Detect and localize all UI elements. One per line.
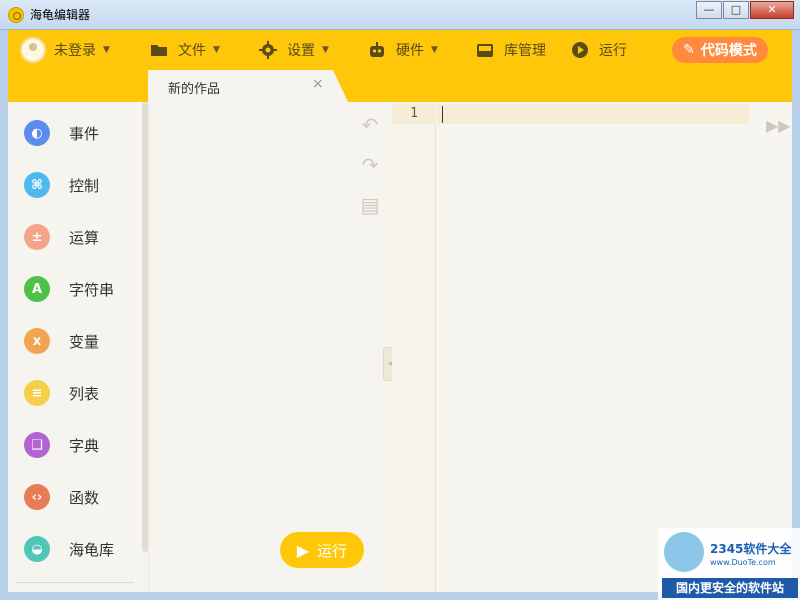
window-title: 海龟编辑器	[30, 8, 91, 22]
list-icon: ≡	[24, 380, 50, 406]
code-mode-button[interactable]: ✎ 代码模式	[672, 37, 768, 63]
login-label: 未登录	[54, 43, 96, 59]
watermark-slogan: 国内更安全的软件站	[662, 578, 798, 598]
text-cursor	[442, 106, 443, 123]
run-button[interactable]: ▶ 运行	[280, 532, 364, 568]
pencil-icon: ✎	[683, 42, 695, 58]
minimize-button[interactable]: —	[696, 1, 722, 19]
palette-item-7[interactable]: ‹› 函数	[24, 482, 134, 512]
palette-item-label: 变量	[69, 332, 100, 351]
palette-item-2[interactable]: ± 运算	[24, 222, 134, 252]
palette-item-label: 海龟库	[69, 540, 115, 559]
code-mode-label: 代码模式	[700, 43, 757, 59]
settings-label: 设置	[287, 43, 315, 59]
close-window-button[interactable]: ✕	[750, 1, 794, 19]
line-number: 1	[392, 104, 436, 124]
align-blocks-icon[interactable]: ▤	[359, 194, 381, 216]
maximize-button[interactable]: □	[723, 1, 749, 19]
watermark: 2345软件大全 www.DuoTe.com 国内更安全的软件站	[658, 528, 800, 600]
palette-item-8[interactable]: ◒ 海龟库	[24, 534, 134, 564]
palette-item-1[interactable]: ⌘ 控制	[24, 170, 134, 200]
book-icon: ❑	[24, 432, 50, 458]
chevron-down-icon: ▼	[322, 45, 329, 55]
palette-item-3[interactable]: A 字符串	[24, 274, 134, 304]
chevron-down-icon: ▼	[213, 45, 220, 55]
tab-strip: 新的作品 ×	[8, 70, 792, 102]
code-editor[interactable]: 1 ▶▶	[392, 102, 792, 592]
palette-item-label: 函数	[69, 488, 100, 507]
library-label: 库管理	[504, 43, 546, 59]
letter-a-icon: A	[24, 276, 50, 302]
file-menu[interactable]: 文件 ▼	[150, 30, 220, 70]
calculator-icon: ±	[24, 224, 50, 250]
chevron-down-icon: ▼	[431, 45, 438, 55]
window-controls: — □ ✕	[696, 1, 794, 19]
palette-divider	[16, 582, 134, 583]
blocks-workspace[interactable]: ↶ ↷ ▤ ▶ 运行	[148, 102, 392, 592]
inbox-icon	[477, 44, 493, 57]
chevron-down-icon: ▼	[103, 45, 110, 55]
robot-icon	[370, 42, 384, 57]
run-menu-button[interactable]: 运行	[571, 30, 627, 70]
gear-icon	[259, 41, 277, 59]
watermark-url: www.DuoTe.com	[710, 558, 776, 567]
turtle-icon: ◒	[24, 536, 50, 562]
window-titlebar: 海龟编辑器 — □ ✕	[0, 0, 800, 30]
redo-icon[interactable]: ↷	[359, 154, 381, 176]
tab-new-project[interactable]: 新的作品 ×	[148, 70, 348, 102]
turtle-app-icon	[8, 7, 24, 23]
palette-item-0[interactable]: ◐ 事件	[24, 118, 134, 148]
watermark-brand: 2345软件大全	[710, 542, 792, 556]
palette-item-label: 事件	[69, 124, 100, 143]
code-brackets-icon: ‹›	[24, 484, 50, 510]
palette-item-label: 字典	[69, 436, 100, 455]
hardware-label: 硬件	[396, 43, 424, 59]
palette-item-label: 控制	[69, 176, 100, 195]
play-icon: ▶	[296, 540, 310, 560]
tab-title: 新的作品	[168, 82, 221, 97]
palette-item-label: 列表	[69, 384, 100, 403]
settings-menu[interactable]: 设置 ▼	[259, 30, 329, 70]
palette-item-4[interactable]: x 变量	[24, 326, 134, 356]
avatar	[20, 37, 46, 63]
line-number-gutter: 1	[392, 102, 436, 592]
folder-icon	[151, 45, 167, 56]
palette-item-label: 字符串	[69, 280, 115, 299]
palette-item-label: 运算	[69, 228, 100, 247]
watermark-logo	[664, 532, 704, 572]
undo-icon[interactable]: ↶	[359, 114, 381, 136]
play-circle-icon	[572, 42, 588, 58]
palette-item-5[interactable]: ≡ 列表	[24, 378, 134, 408]
hardware-menu[interactable]: 硬件 ▼	[368, 30, 438, 70]
library-manager-button[interactable]: 库管理	[476, 30, 546, 70]
active-line-highlight	[437, 104, 749, 124]
gamepad-icon: ⌘	[24, 172, 50, 198]
run-button-label: 运行	[317, 541, 348, 560]
expand-panel-icon[interactable]: ▶▶	[766, 116, 791, 135]
file-label: 文件	[178, 43, 206, 59]
x-variable-icon: x	[24, 328, 50, 354]
login-menu[interactable]: 未登录 ▼	[20, 30, 110, 70]
palette-item-6[interactable]: ❑ 字典	[24, 430, 134, 460]
main-toolbar: 未登录 ▼ 文件 ▼ 设置 ▼ 硬件 ▼ 库管理 运行 ✎ 代码模式	[8, 30, 792, 70]
block-category-panel: ◐ 事件 ⌘ 控制 ± 运算 A 字符串 x 变量 ≡ 列表 ❑ 字典 ‹› 函数 ◒ 海龟库	[8, 70, 148, 592]
close-tab-icon[interactable]: ×	[312, 76, 324, 92]
toggle-icon: ◐	[24, 120, 50, 146]
run-label: 运行	[599, 43, 627, 59]
